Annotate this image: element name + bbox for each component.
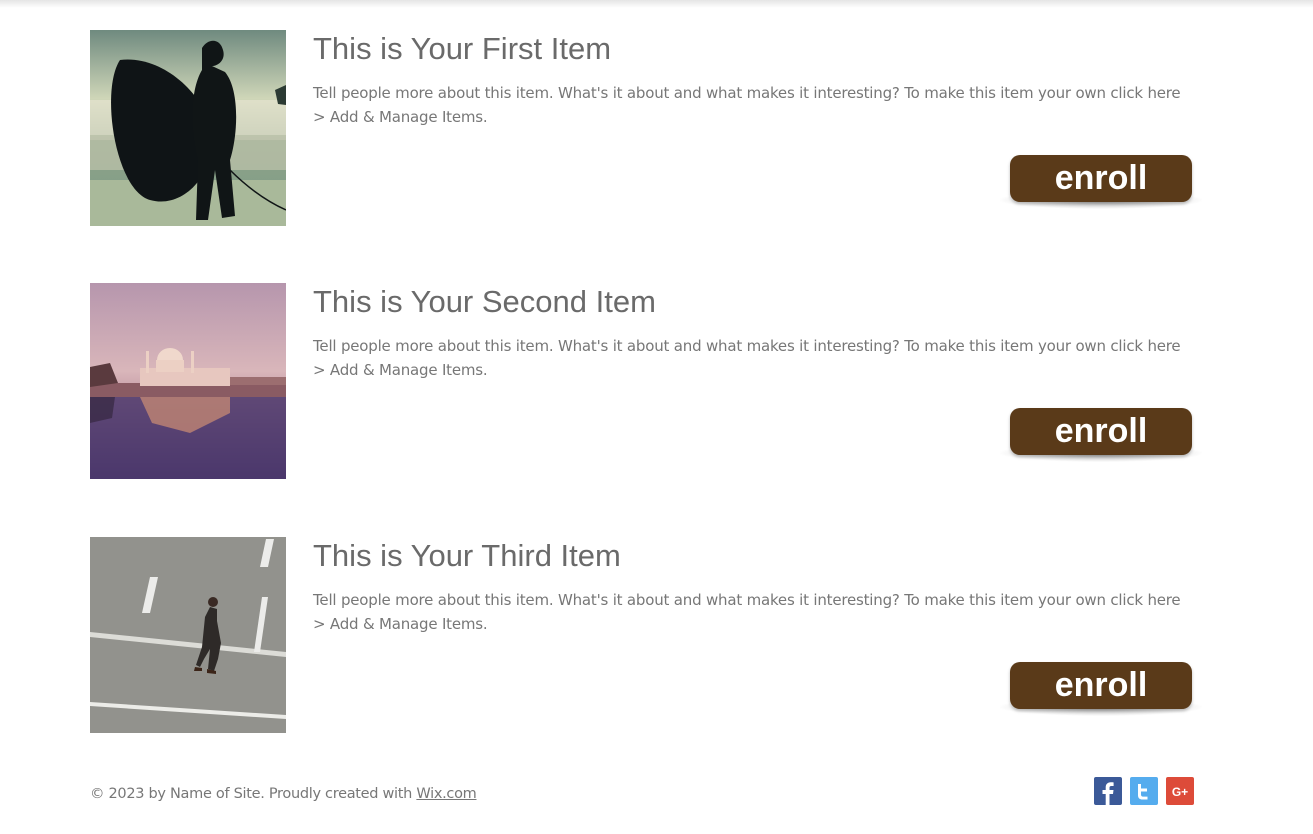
item-title: This is Your Second Item [313, 284, 656, 319]
enroll-button[interactable]: enroll [1010, 662, 1192, 709]
header-shadow [0, 0, 1313, 8]
enroll-button[interactable]: enroll [1010, 408, 1192, 455]
page: This is Your First Item Tell people more… [0, 0, 1313, 834]
facebook-icon[interactable] [1094, 777, 1122, 805]
item-description: Tell people more about this item. What's… [313, 84, 1181, 126]
list-item: This is Your Second Item Tell people mor… [0, 283, 1313, 483]
item-image-taj-mahal [90, 283, 286, 479]
social-bar: G+ [1094, 777, 1194, 805]
item-title: This is Your First Item [313, 31, 612, 66]
list-item: This is Your Third Item Tell people more… [0, 537, 1313, 737]
twitter-icon[interactable] [1130, 777, 1158, 805]
enroll-button-wrap: enroll [1000, 408, 1202, 478]
item-description: Tell people more about this item. What's… [313, 337, 1181, 379]
wix-link[interactable]: Wix.com [416, 786, 476, 802]
item-title: This is Your Third Item [313, 538, 621, 573]
svg-text:G+: G+ [1172, 785, 1188, 799]
item-image-surfer [90, 30, 286, 226]
enroll-button-wrap: enroll [1000, 662, 1202, 732]
item-image-man-walking [90, 537, 286, 733]
item-description: Tell people more about this item. What's… [313, 591, 1181, 633]
copyright-text: © 2023 by Name of Site. Proudly created … [90, 786, 417, 802]
enroll-button[interactable]: enroll [1010, 155, 1192, 202]
google-plus-icon[interactable]: G+ [1166, 777, 1194, 805]
list-item: This is Your First Item Tell people more… [0, 30, 1313, 230]
enroll-button-wrap: enroll [1000, 155, 1202, 225]
footer-copyright: © 2023 by Name of Site. Proudly created … [90, 786, 477, 802]
